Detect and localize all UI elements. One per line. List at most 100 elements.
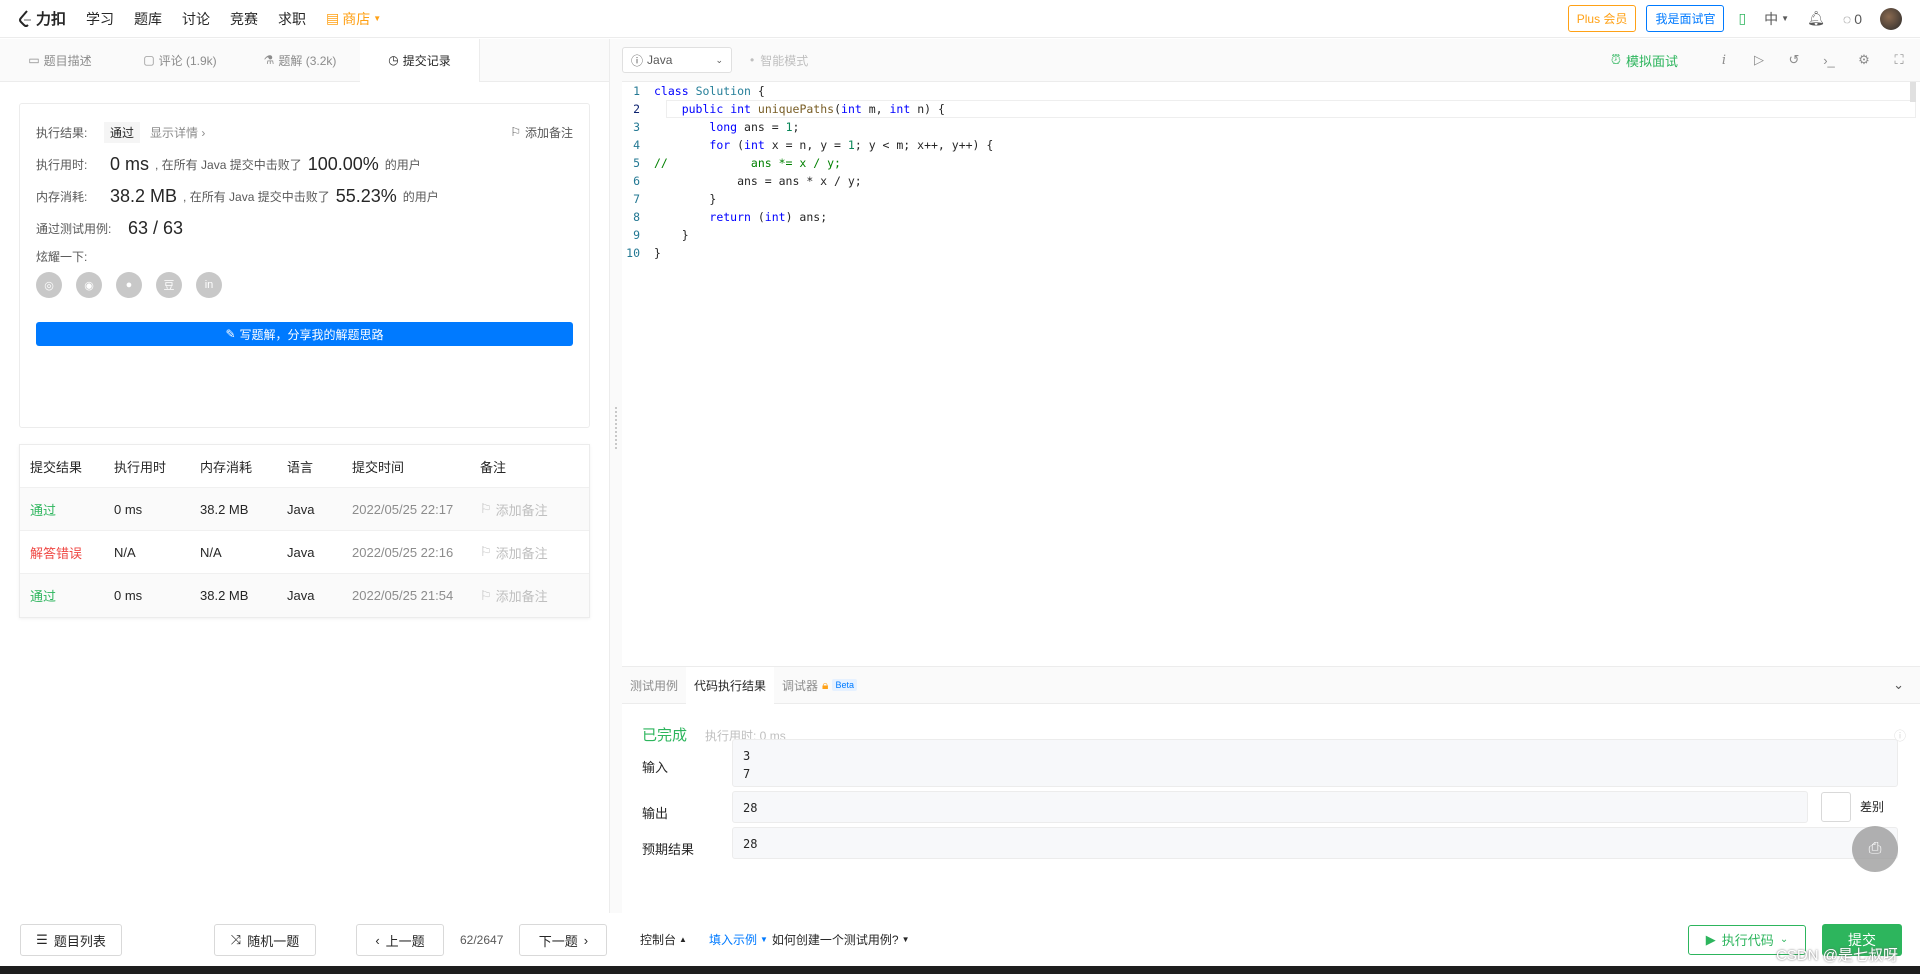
write-solution-label: 写题解，分享我的解题思路 bbox=[239, 327, 384, 342]
leetcode-logo-icon bbox=[19, 9, 31, 27]
fullscreen-icon[interactable]: ⛶ bbox=[1890, 52, 1908, 68]
chevron-left-icon: ‹ bbox=[375, 932, 380, 948]
next-problem-button[interactable]: 下一题 › bbox=[519, 924, 608, 956]
language-switch[interactable]: 中 ▼ bbox=[1764, 9, 1789, 29]
fill-example-button[interactable]: 填入示例 ▼ bbox=[709, 931, 768, 948]
nav-link-jobs[interactable]: 求职 bbox=[278, 9, 306, 29]
memory-row: 内存消耗: 38.2 MB , 在所有 Java 提交中击败了 55.23% 的… bbox=[36, 180, 573, 212]
add-note-button[interactable]: ⚐ 添加备注 bbox=[480, 543, 589, 562]
tab-run-result[interactable]: 代码执行结果 bbox=[686, 666, 775, 704]
code-editor[interactable]: 1 class Solution { 2 public int uniquePat… bbox=[622, 82, 1920, 666]
nav-link-learn[interactable]: 学习 bbox=[86, 9, 114, 29]
weibo-icon[interactable]: ◉ bbox=[76, 272, 102, 298]
status-cell[interactable]: 解答错误 bbox=[20, 543, 114, 562]
tab-testcase[interactable]: 测试用例 bbox=[622, 667, 686, 704]
add-note-button[interactable]: ⚐ 添加备注 bbox=[480, 586, 589, 605]
fill-example-label: 填入示例 bbox=[708, 933, 757, 947]
console-tabs: 测试用例 代码执行结果 调试器 🔒︎ Beta ⌄ bbox=[622, 666, 1920, 704]
time-label: 执行用时: bbox=[36, 157, 88, 172]
table-row[interactable]: 解答错误 N/A N/A Java 2022/05/25 22:16 ⚐ 添加备注 bbox=[20, 531, 589, 574]
tab-comments[interactable]: ▢ 评论 (1.9k) bbox=[120, 39, 240, 82]
flag-icon: ⚐ bbox=[480, 544, 492, 559]
linkedin-icon[interactable]: in bbox=[196, 272, 222, 298]
add-note-button[interactable]: ⚐ 添加备注 bbox=[510, 124, 573, 141]
input-box: 3 7 bbox=[732, 739, 1898, 787]
pane-splitter[interactable] bbox=[610, 39, 622, 913]
submissions-table: 提交结果 执行用时 内存消耗 语言 提交时间 备注 通过 0 ms 38.2 M… bbox=[19, 444, 590, 618]
editor-scrollbar[interactable] bbox=[1910, 82, 1916, 102]
beta-badge: Beta bbox=[832, 679, 857, 691]
plus-member-button[interactable]: Plus 会员 bbox=[1567, 5, 1637, 32]
nav-link-contest[interactable]: 竞赛 bbox=[230, 9, 258, 29]
drag-handle-icon[interactable] bbox=[615, 407, 617, 449]
tab-solutions[interactable]: ⚗ 题解 (3.2k) bbox=[240, 39, 360, 82]
flask-icon: ⚗ bbox=[263, 53, 275, 67]
nav-link-problems[interactable]: 题库 bbox=[134, 9, 162, 29]
chevron-down-icon[interactable]: ⌄ bbox=[1893, 677, 1904, 693]
diff-label: 差别 bbox=[1860, 800, 1885, 814]
problem-list-button[interactable]: ☰ 题目列表 bbox=[20, 924, 122, 956]
table-row[interactable]: 通过 0 ms 38.2 MB Java 2022/05/25 22:17 ⚐ 添… bbox=[20, 488, 589, 531]
main-area: ▭ 题目描述 ▢ 评论 (1.9k) ⚗ 题解 (3.2k) ◷ 提交记录 执行… bbox=[0, 38, 1920, 956]
share-label: 炫耀一下: bbox=[36, 249, 88, 264]
caret-down-icon: ▼ bbox=[1781, 14, 1790, 23]
result-label: 执行结果: bbox=[36, 125, 88, 140]
result-badge: 通过 bbox=[104, 121, 141, 143]
flag-icon: ⚐ bbox=[480, 587, 492, 603]
mock-interview-button[interactable]: ⏰︎ 模拟面试 bbox=[1611, 51, 1678, 70]
info-italic-icon[interactable]: i bbox=[1715, 53, 1733, 68]
bell-icon[interactable]: 🔔︎ bbox=[1807, 10, 1825, 27]
mobile-icon[interactable]: ▯ bbox=[1738, 10, 1746, 27]
status-cell[interactable]: 通过 bbox=[20, 500, 114, 519]
result-card: 执行结果: 通过 显示详情 › ⚐ 添加备注 执行用时: 0 ms , 在所有 … bbox=[19, 103, 590, 428]
expected-box: 28 bbox=[732, 827, 1898, 859]
streak-counter[interactable]: ◌ 0 bbox=[1843, 11, 1862, 27]
alarm-icon: ⏰︎ bbox=[1610, 52, 1621, 67]
console-toggle[interactable]: 控制台 ▲ bbox=[640, 931, 687, 948]
code-line: 7 } bbox=[633, 192, 717, 206]
col-header: 语言 bbox=[287, 459, 314, 475]
tab-description[interactable]: ▭ 题目描述 bbox=[0, 39, 120, 82]
random-problem-button[interactable]: ⤨ 随机一题 bbox=[214, 924, 316, 956]
how-create-testcase[interactable]: 如何创建一个测试用例? ▼ bbox=[772, 931, 910, 948]
qq-icon[interactable]: ● bbox=[116, 272, 142, 298]
tab-submissions[interactable]: ◷ 提交记录 bbox=[360, 38, 480, 82]
next-label: 下一题 bbox=[538, 933, 578, 949]
floating-notes-icon[interactable]: ⎙ bbox=[1852, 826, 1898, 872]
diff-checkbox[interactable] bbox=[1821, 792, 1851, 822]
add-note-button[interactable]: ⚐ 添加备注 bbox=[480, 500, 589, 519]
col-header: 提交时间 bbox=[352, 459, 405, 475]
tab-label: 题目描述 bbox=[43, 53, 92, 68]
console-panel: 测试用例 代码执行结果 调试器 🔒︎ Beta ⌄ 已完成 执行用时: 0 ms… bbox=[622, 666, 1920, 913]
time-cell: N/A bbox=[114, 544, 136, 560]
time-users: 的用户 bbox=[384, 157, 421, 172]
memory-cell: 38.2 MB bbox=[200, 501, 249, 517]
reset-icon[interactable]: ↺ bbox=[1785, 52, 1803, 68]
douban-icon[interactable]: 豆 bbox=[156, 272, 182, 298]
nav-store[interactable]: ▤ 商店 ▼ bbox=[326, 9, 381, 29]
table-row[interactable]: 通过 0 ms 38.2 MB Java 2022/05/25 21:54 ⚐ 添… bbox=[20, 574, 589, 617]
code-line: 3 long ans = 1; bbox=[633, 120, 800, 134]
wechat-icon[interactable]: ◎ bbox=[36, 272, 62, 298]
show-detail-link[interactable]: 显示详情 › bbox=[150, 124, 205, 141]
write-solution-button[interactable]: ✎ 写题解，分享我的解题思路 bbox=[36, 322, 573, 346]
interviewer-button[interactable]: 我是面试官 bbox=[1646, 5, 1725, 32]
col-header: 内存消耗 bbox=[200, 459, 253, 475]
clock-icon: ◷ bbox=[388, 53, 399, 67]
pencil-icon: ✎ bbox=[225, 327, 236, 341]
caret-down-icon: ▼ bbox=[901, 935, 910, 944]
avatar[interactable] bbox=[1880, 7, 1902, 30]
settings-icon[interactable]: ⚙ bbox=[1855, 52, 1873, 68]
run-outline-icon[interactable]: ▷ bbox=[1750, 52, 1768, 68]
logo[interactable]: 力扣 bbox=[18, 8, 66, 29]
smart-mode-toggle[interactable]: • 智能模式 bbox=[750, 52, 808, 69]
nav-link-discuss[interactable]: 讨论 bbox=[182, 9, 210, 29]
language-select[interactable]: ⓘ Java ⌄ bbox=[622, 47, 732, 73]
status-cell[interactable]: 通过 bbox=[20, 586, 114, 605]
language-cell: Java bbox=[287, 544, 315, 560]
terminal-icon[interactable]: ›_ bbox=[1820, 53, 1838, 68]
tab-debugger[interactable]: 调试器 🔒︎ Beta bbox=[774, 667, 865, 704]
info-icon: ⓘ bbox=[631, 53, 644, 68]
prev-problem-button[interactable]: ‹ 上一题 bbox=[356, 924, 444, 956]
date-cell: 2022/05/25 22:16 bbox=[352, 544, 454, 560]
